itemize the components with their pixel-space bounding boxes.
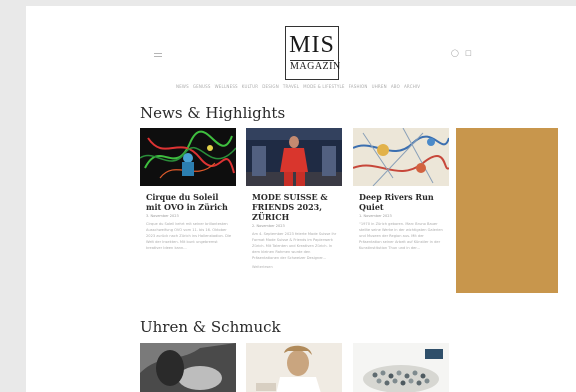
article-excerpt: Am 4. September 2023 feierte Mode Suisse… xyxy=(252,232,337,260)
article-date: 1. November 2023 xyxy=(359,214,392,218)
header-icons: ◯ □ xyxy=(451,49,476,57)
advertisement-banner[interactable] xyxy=(456,128,558,293)
article-image[interactable] xyxy=(140,343,236,392)
article-date: 2. November 2023 xyxy=(252,224,285,228)
nav-item[interactable]: WELLNESS xyxy=(215,84,238,89)
article-date: 3. November 2023 xyxy=(146,214,179,218)
nav-item[interactable]: GENUSS xyxy=(193,84,211,89)
nav-item[interactable]: ARCHIV xyxy=(404,84,420,89)
article-title[interactable]: MODE SUISSE & FRIENDS 2023, ZÜRICH xyxy=(246,192,342,222)
logo-line-1: MIS xyxy=(289,32,335,58)
section-title-news: News & Highlights xyxy=(140,104,286,122)
article-excerpt: Cirque du Soleil kehrt mit seiner brilla… xyxy=(146,222,232,250)
read-more-link[interactable]: Weiterlesen xyxy=(246,265,342,269)
article-image[interactable] xyxy=(140,128,236,186)
site-logo[interactable]: MIS MAGAZIN xyxy=(285,26,341,80)
nav-item[interactable]: TRAVEL xyxy=(283,84,299,89)
article-image[interactable] xyxy=(246,128,342,186)
nav-item[interactable]: NEWS xyxy=(176,84,189,89)
section-title-watches: Uhren & Schmuck xyxy=(140,318,281,336)
nav-item[interactable]: MODE & LIFESTYLE xyxy=(303,84,345,89)
nav-item[interactable]: DESIGN xyxy=(262,84,279,89)
nav-item[interactable]: KULTUR xyxy=(242,84,258,89)
article-card[interactable]: Deep Rivers Run Quiet 1. November 2023 “… xyxy=(353,128,449,251)
account-icon[interactable]: ◯ xyxy=(451,49,459,57)
article-card[interactable]: Cirque du Soleil mit OVO in Zürich 3. No… xyxy=(140,128,236,251)
nav-item[interactable]: ABO xyxy=(391,84,400,89)
page: MIS MAGAZIN ◯ □ NEWS GENUSS WELLNESS KUL… xyxy=(26,6,576,392)
logo-line-2: MAGAZIN xyxy=(290,60,341,72)
article-title[interactable]: Cirque du Soleil mit OVO in Zürich xyxy=(140,192,236,212)
article-image[interactable] xyxy=(246,343,342,392)
cart-icon[interactable]: □ xyxy=(465,49,472,57)
nav-item[interactable]: UHREN xyxy=(372,84,387,89)
nav-item[interactable]: FASHION xyxy=(349,84,368,89)
article-title[interactable]: Deep Rivers Run Quiet xyxy=(353,192,449,212)
article-excerpt: “1970 in Zürich geboren. Marc Bruno Baue… xyxy=(359,222,443,250)
menu-icon[interactable] xyxy=(154,53,162,59)
article-card[interactable]: MODE SUISSE & FRIENDS 2023, ZÜRICH 2. No… xyxy=(246,128,342,269)
main-nav: NEWS GENUSS WELLNESS KULTUR DESIGN TRAVE… xyxy=(176,84,466,89)
article-image[interactable] xyxy=(353,343,449,392)
article-image[interactable] xyxy=(353,128,449,186)
